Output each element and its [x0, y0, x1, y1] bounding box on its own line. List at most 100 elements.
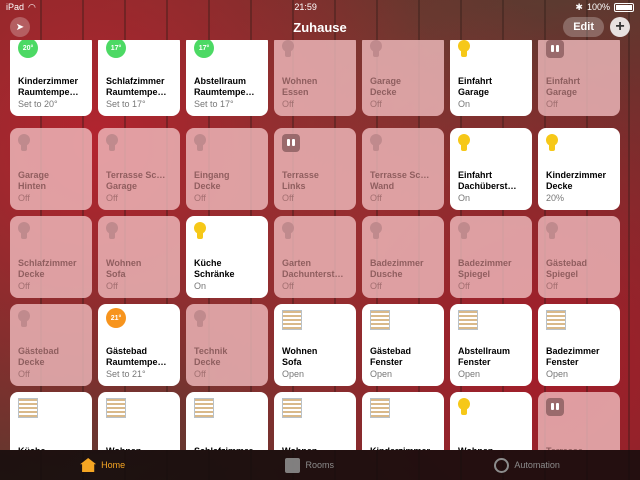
- accessory-tile[interactable]: KinderzimmerFenster: [362, 392, 444, 450]
- battery-icon: [613, 2, 634, 12]
- tab-rooms[interactable]: Rooms: [285, 457, 334, 473]
- accessory-room: Einfahrt: [546, 76, 581, 86]
- accessory-status: Set to 20°: [18, 99, 58, 109]
- accessory-tile[interactable]: Gästebad Decke Off: [10, 304, 92, 386]
- tab-home[interactable]: Home: [80, 458, 125, 472]
- accessory-tile[interactable]: Abstellraum Fenster Open: [450, 304, 532, 386]
- light-bulb-icon: [370, 222, 382, 240]
- accessory-tile[interactable]: 20° Kinderzimmer Raumtempe… Set to 20°: [10, 40, 92, 116]
- accessory-tile[interactable]: WohnenFenster: [98, 392, 180, 450]
- accessory-status: Off: [370, 193, 382, 203]
- accessory-status: Open: [458, 369, 481, 379]
- accessory-name: Decke: [18, 357, 45, 367]
- accessory-tile[interactable]: Wohnen Sofa Off: [98, 216, 180, 298]
- location-arrow-icon[interactable]: ➤: [10, 17, 30, 37]
- light-bulb-icon: [546, 222, 558, 240]
- accessory-tile[interactable]: Wohnen Essen Off: [274, 40, 356, 116]
- accessory-status: Set to 17°: [106, 99, 146, 109]
- light-bulb-icon: [194, 134, 206, 152]
- accessory-tile[interactable]: Kinderzimmer Decke 20%: [538, 128, 620, 210]
- tab-automation[interactable]: Automation: [494, 457, 560, 473]
- accessory-tile[interactable]: Gästebad Fenster Open: [362, 304, 444, 386]
- accessory-name: Raumtempe…: [194, 87, 255, 97]
- accessory-tile[interactable]: KücheFenster: [10, 392, 92, 450]
- accessory-status: Off: [106, 281, 118, 291]
- accessory-tile[interactable]: Küche Schränke On: [186, 216, 268, 298]
- light-bulb-icon: [458, 134, 470, 152]
- accessory-tile[interactable]: Eingang Decke Off: [186, 128, 268, 210]
- outlet-icon: [546, 40, 564, 58]
- accessory-name: Sofa: [106, 269, 126, 279]
- light-bulb-icon: [282, 222, 294, 240]
- accessory-status: Open: [282, 369, 305, 379]
- accessory-status: Off: [282, 281, 294, 291]
- accessory-status: Off: [370, 99, 382, 109]
- accessory-tile[interactable]: Wohnen Sofa Open: [274, 304, 356, 386]
- window-blind-icon: [282, 398, 302, 418]
- accessory-tile[interactable]: Gästebad Spiegel Off: [538, 216, 620, 298]
- accessory-tile[interactable]: Garage Hinten Off: [10, 128, 92, 210]
- wifi-icon: ◠: [28, 1, 36, 12]
- accessory-room: Badezimmer: [458, 258, 512, 268]
- window-blind-icon: [370, 398, 390, 418]
- accessory-status: Off: [18, 369, 30, 379]
- light-bulb-icon: [18, 134, 30, 152]
- accessory-room: Kinderzimmer: [546, 170, 607, 180]
- accessory-tile[interactable]: Garage Decke Off: [362, 40, 444, 116]
- accessory-room: Technik: [194, 346, 228, 356]
- accessory-room: Schlafzimmer: [18, 258, 77, 268]
- accessory-tile[interactable]: Garten Dachunterst… Off: [274, 216, 356, 298]
- accessory-tile[interactable]: Badezimmer Dusche Off: [362, 216, 444, 298]
- bluetooth-icon: ✱: [575, 1, 583, 12]
- accessory-tile[interactable]: Terrasse Sc… Garage Off: [98, 128, 180, 210]
- accessory-status: Off: [370, 281, 382, 291]
- accessory-tile[interactable]: Terrasse Links Off: [274, 128, 356, 210]
- accessory-room: Schlafzimmer: [106, 76, 165, 86]
- tab-label: Home: [101, 460, 126, 470]
- accessory-tile[interactable]: Badezimmer Fenster Open: [538, 304, 620, 386]
- accessory-status: Off: [546, 99, 558, 109]
- window-blind-icon: [18, 398, 38, 418]
- light-bulb-icon: [106, 222, 118, 240]
- accessory-tile[interactable]: WohnenStehlampe: [450, 392, 532, 450]
- accessory-tile[interactable]: 17° Abstellraum Raumtempe… Set to 17°: [186, 40, 268, 116]
- nav-bar: ➤ Zuhause Edit +: [0, 14, 640, 40]
- accessory-name: Garage: [458, 87, 490, 97]
- accessory-tile[interactable]: Einfahrt Garage Off: [538, 40, 620, 116]
- accessory-name: Raumtempe…: [106, 87, 167, 97]
- accessory-tile[interactable]: 17° Schlafzimmer Raumtempe… Set to 17°: [98, 40, 180, 116]
- accessory-name: Dusche: [370, 269, 403, 279]
- thermostat-icon: 17°: [106, 40, 126, 58]
- accessory-status: On: [458, 99, 471, 109]
- accessory-room: Abstellraum: [194, 76, 247, 86]
- accessory-room: Gästebad: [18, 346, 60, 356]
- thermostat-icon: 20°: [18, 40, 38, 58]
- accessory-tile[interactable]: TerrasseRechts: [538, 392, 620, 450]
- accessory-tile[interactable]: Terrasse Sc… Wand Off: [362, 128, 444, 210]
- accessory-tile[interactable]: SchlafzimmerFenster: [186, 392, 268, 450]
- accessory-status: Off: [18, 193, 30, 203]
- accessory-tile[interactable]: 21° Gästebad Raumtempe… Set to 21°: [98, 304, 180, 386]
- accessory-name: Spiegel: [546, 269, 579, 279]
- accessory-status: Off: [458, 281, 470, 291]
- window-blind-icon: [282, 310, 302, 330]
- accessory-name: Decke: [370, 87, 397, 97]
- accessory-tile[interactable]: Einfahrt Dachüberst… On: [450, 128, 532, 210]
- accessory-tile[interactable]: Badezimmer Spiegel Off: [450, 216, 532, 298]
- edit-button[interactable]: Edit: [563, 17, 604, 37]
- accessory-tile[interactable]: Einfahrt Garage On: [450, 40, 532, 116]
- accessory-name: Decke: [18, 269, 45, 279]
- accessory-tile[interactable]: Schlafzimmer Decke Off: [10, 216, 92, 298]
- window-blind-icon: [194, 398, 214, 418]
- window-blind-icon: [546, 310, 566, 330]
- accessory-room: Terrasse Sc…: [106, 170, 166, 180]
- accessory-name: Schränke: [194, 269, 235, 279]
- accessory-room: Garten: [282, 258, 312, 268]
- accessory-room: Garage: [18, 170, 50, 180]
- accessory-room: Abstellraum: [458, 346, 511, 356]
- accessory-room: Wohnen: [106, 258, 142, 268]
- accessory-tile[interactable]: WohnenFenster: [274, 392, 356, 450]
- window-blind-icon: [106, 398, 126, 418]
- accessory-tile[interactable]: Technik Decke Off: [186, 304, 268, 386]
- add-button[interactable]: +: [610, 17, 630, 37]
